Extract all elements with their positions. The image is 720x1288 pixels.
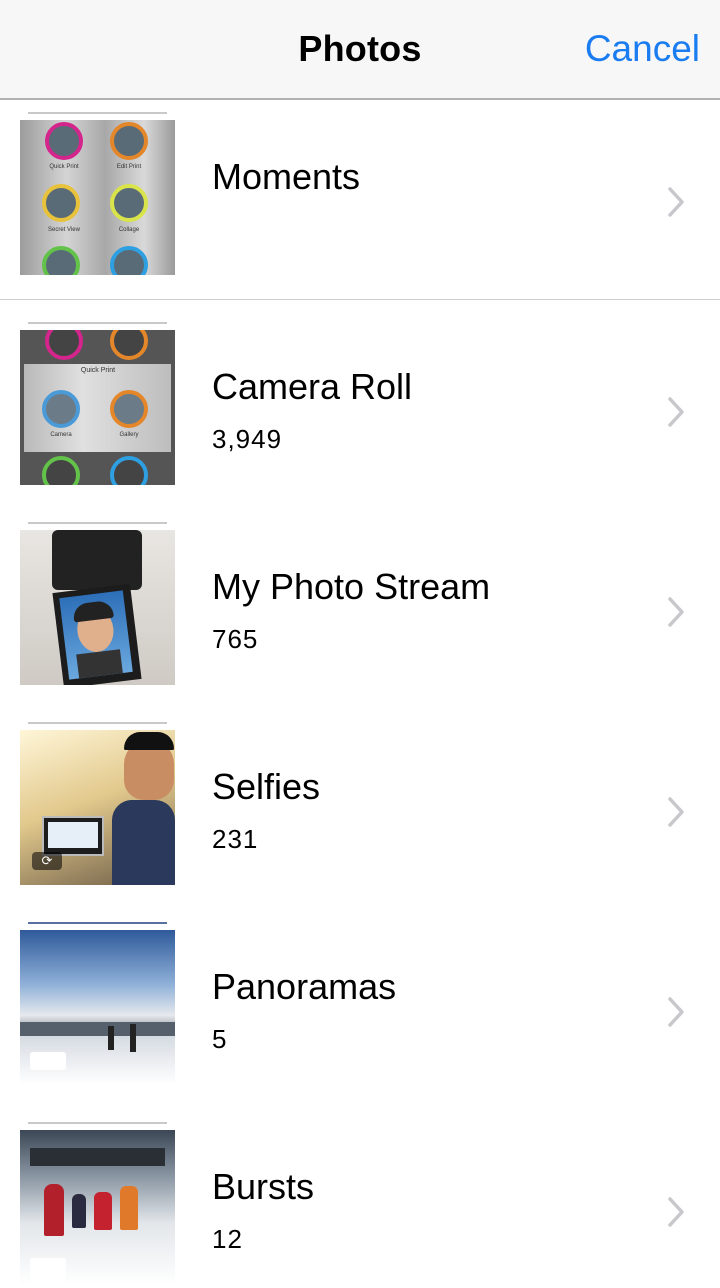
chevron-right-icon [668, 797, 684, 827]
album-count: 765 [212, 624, 259, 654]
cancel-button[interactable]: Cancel [585, 28, 700, 70]
album-thumbnail: Quick Print Edit Print Secret View Colla… [20, 112, 175, 278]
album-title: Panoramas [212, 966, 397, 1007]
album-count: 12 [212, 1224, 243, 1254]
album-count: 231 [212, 824, 259, 854]
album-thumbnail: Quick Print Camera Gallery [20, 322, 175, 488]
album-row-camera-roll[interactable]: Quick Print Camera Gallery Camera Roll 3… [0, 310, 720, 510]
album-title: Bursts [212, 1166, 315, 1207]
chevron-right-icon [668, 187, 684, 217]
album-thumbnail [20, 1122, 175, 1288]
album-thumbnail: ⟳ [20, 722, 175, 888]
chevron-right-icon [668, 597, 684, 627]
album-count: 3,949 [212, 424, 283, 454]
burst-icon [30, 1258, 66, 1285]
album-title: Selfies [212, 766, 321, 807]
album-thumbnail [20, 922, 175, 1088]
album-row-selfies[interactable]: ⟳ Selfies 231 [0, 710, 720, 910]
album-title: Moments [212, 156, 361, 197]
album-title: Camera Roll [212, 366, 413, 407]
album-row-moments[interactable]: Quick Print Edit Print Secret View Colla… [0, 100, 720, 300]
chevron-right-icon [668, 397, 684, 427]
navigation-bar: Photos Cancel [0, 0, 720, 100]
selfie-camera-icon: ⟳ [32, 852, 62, 870]
panorama-icon [30, 1052, 66, 1070]
album-row-panoramas[interactable]: Panoramas 5 [0, 910, 720, 1110]
chevron-right-icon [668, 1197, 684, 1227]
album-thumbnail [20, 522, 175, 688]
album-count: 5 [212, 1024, 228, 1054]
album-row-bursts[interactable]: Bursts 12 [0, 1110, 720, 1285]
album-title: My Photo Stream [212, 566, 491, 607]
album-row-my-photo-stream[interactable]: My Photo Stream 765 [0, 510, 720, 710]
chevron-right-icon [668, 997, 684, 1027]
